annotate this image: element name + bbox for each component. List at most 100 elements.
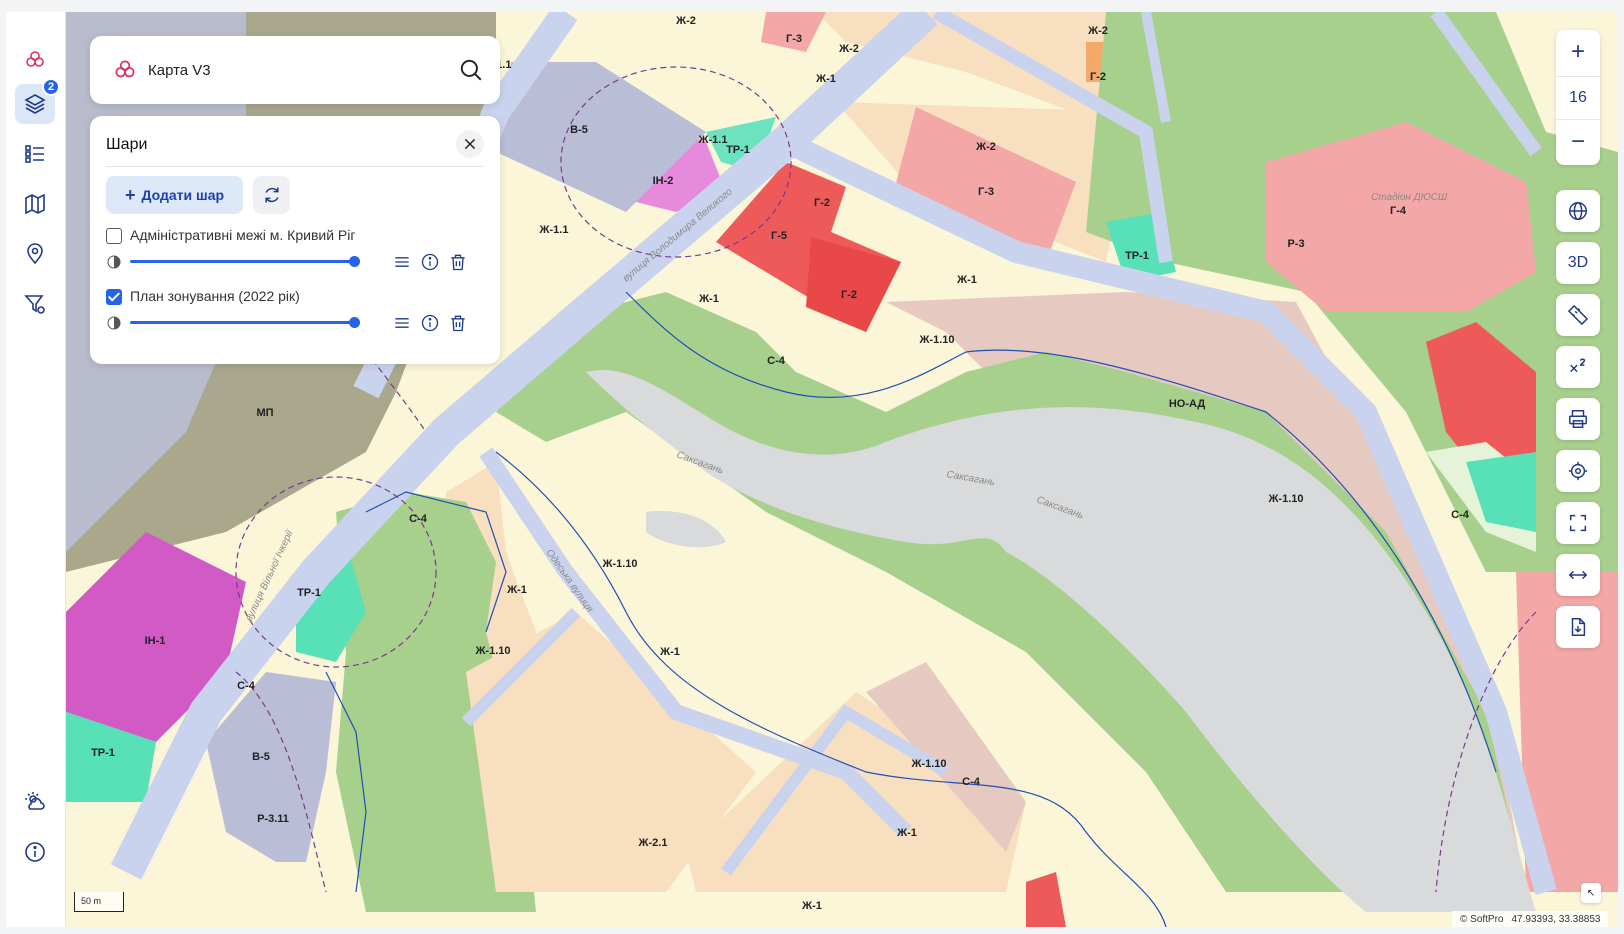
layers-panel-title: Шари	[106, 136, 148, 153]
pin-icon	[27, 243, 43, 265]
arrows-horizontal-icon	[1568, 570, 1588, 580]
print-button[interactable]	[1556, 398, 1600, 440]
svg-text:Ж-1.10: Ж-1.10	[910, 758, 946, 770]
trash-icon[interactable]	[448, 252, 468, 272]
measure-button[interactable]	[1556, 294, 1600, 336]
export-button[interactable]	[1556, 606, 1600, 648]
svg-text:ТР-1: ТР-1	[1125, 250, 1149, 262]
weather-icon	[25, 792, 45, 810]
svg-text:С-4: С-4	[409, 513, 428, 525]
svg-text:С-4: С-4	[962, 776, 981, 788]
svg-text:Ж-1: Ж-1	[801, 900, 822, 912]
svg-text:Г-5: Г-5	[771, 230, 787, 242]
sidebar-item-legend[interactable]	[15, 134, 55, 174]
app-logo-icon[interactable]	[15, 40, 55, 80]
sidebar-item-filters[interactable]	[15, 284, 55, 324]
close-icon	[464, 138, 476, 150]
layers-count-badge: 2	[42, 78, 60, 96]
refresh-button[interactable]	[253, 176, 290, 214]
fullscreen-icon	[1569, 514, 1587, 532]
svg-text:Ж-2: Ж-2	[675, 15, 696, 27]
svg-text:Ж-2: Ж-2	[1087, 25, 1108, 37]
sidebar-item-basemaps[interactable]	[15, 184, 55, 224]
add-layer-button[interactable]: + Додати шар	[106, 176, 243, 214]
svg-text:С-4: С-4	[1451, 509, 1470, 521]
opacity-slider[interactable]	[130, 317, 360, 328]
svg-text:Г-2: Г-2	[814, 197, 830, 209]
info-icon[interactable]	[420, 313, 440, 333]
zoom-in-button[interactable]: +	[1556, 30, 1600, 74]
list-icon	[25, 145, 44, 163]
sidebar-item-info[interactable]	[15, 832, 55, 872]
opacity-slider[interactable]	[130, 256, 360, 267]
sidebar-item-places[interactable]	[15, 234, 55, 274]
svg-text:Ж-1: Ж-1	[896, 827, 917, 839]
document-download-icon	[1571, 618, 1586, 636]
refresh-icon	[264, 187, 279, 203]
svg-text:Ж-1.10: Ж-1.10	[474, 645, 510, 657]
layer-row: Адміністративні межі м. Кривий Ріг	[106, 226, 486, 276]
menu-icon[interactable]	[392, 252, 412, 272]
svg-text:Ж-1.10: Ж-1.10	[601, 558, 637, 570]
svg-text:ТР-1: ТР-1	[91, 747, 115, 759]
info-icon	[25, 842, 45, 862]
3d-button[interactable]: 3D	[1556, 242, 1600, 284]
svg-text:Ж-1.1: Ж-1.1	[539, 224, 569, 236]
svg-text:Ж-2.1: Ж-2.1	[638, 837, 668, 849]
menu-icon[interactable]	[392, 313, 412, 333]
arrow-up-left-icon: ↖	[1586, 887, 1596, 899]
svg-text:Г-2: Г-2	[1090, 71, 1106, 83]
add-layer-label: Додати шар	[141, 187, 225, 203]
fullscreen-button[interactable]	[1556, 502, 1600, 544]
trash-icon[interactable]	[448, 313, 468, 333]
svg-text:Ж-1: Ж-1	[659, 646, 680, 658]
info-icon[interactable]	[420, 252, 440, 272]
map-icon	[25, 193, 45, 215]
svg-text:Ж-1: Ж-1	[506, 584, 527, 596]
svg-text:Ж-2: Ж-2	[838, 43, 859, 55]
svg-text:ІН-1: ІН-1	[145, 635, 166, 647]
globe-icon	[1569, 202, 1587, 220]
svg-text:Г-3: Г-3	[978, 186, 994, 198]
layer-visibility-checkbox[interactable]	[106, 289, 122, 305]
svg-text:Ж-1: Ж-1	[698, 293, 719, 305]
svg-text:Г-3: Г-3	[786, 33, 802, 45]
scale-bar: 50 m	[74, 892, 124, 912]
zoom-level: 16	[1556, 76, 1600, 120]
svg-text:Ж-1.10: Ж-1.10	[918, 334, 954, 346]
globe-button[interactable]	[1556, 190, 1600, 232]
sidebar-item-layers[interactable]: 2	[15, 78, 60, 124]
cursor-coordinates: 47.93393, 33.38853	[1511, 913, 1601, 925]
svg-text:Р-3: Р-3	[1287, 238, 1304, 250]
svg-text:Ж-1: Ж-1	[815, 73, 836, 85]
area-squared-icon	[1570, 358, 1586, 373]
svg-text:С-4: С-4	[767, 355, 786, 367]
opacity-icon	[107, 316, 121, 330]
slider-handle[interactable]	[349, 256, 360, 267]
ruler-icon	[1567, 304, 1589, 326]
minimap-toggle-button[interactable]: ↖	[1581, 883, 1601, 903]
attribution-credit: © SoftPro	[1460, 913, 1504, 925]
sidebar-item-weather[interactable]	[15, 782, 55, 822]
svg-text:ТР-1: ТР-1	[297, 587, 321, 599]
svg-text:С-4: С-4	[237, 680, 256, 692]
svg-text:ТР-1: ТР-1	[726, 144, 750, 156]
filter-icon	[24, 295, 45, 314]
svg-text:Р-3.11: Р-3.11	[257, 813, 289, 825]
svg-text:Ж-1.10: Ж-1.10	[1267, 493, 1303, 505]
opacity-icon	[107, 255, 121, 269]
area-button[interactable]	[1556, 346, 1600, 388]
zoom-out-button[interactable]: −	[1556, 120, 1600, 164]
plus-icon: +	[124, 185, 136, 205]
svg-text:МП: МП	[256, 407, 273, 419]
close-button[interactable]	[456, 130, 484, 158]
expand-width-button[interactable]	[1556, 554, 1600, 596]
locate-button[interactable]	[1556, 450, 1600, 492]
slider-handle[interactable]	[349, 317, 360, 328]
attribution: © SoftPro 47.93393, 33.38853	[1452, 911, 1609, 927]
layers-icon	[24, 94, 46, 114]
layer-visibility-checkbox[interactable]	[106, 228, 122, 244]
search-icon[interactable]	[458, 57, 484, 83]
svg-text:НО-АД: НО-АД	[1169, 398, 1206, 410]
layer-name: План зонування (2022 рік)	[130, 288, 300, 304]
